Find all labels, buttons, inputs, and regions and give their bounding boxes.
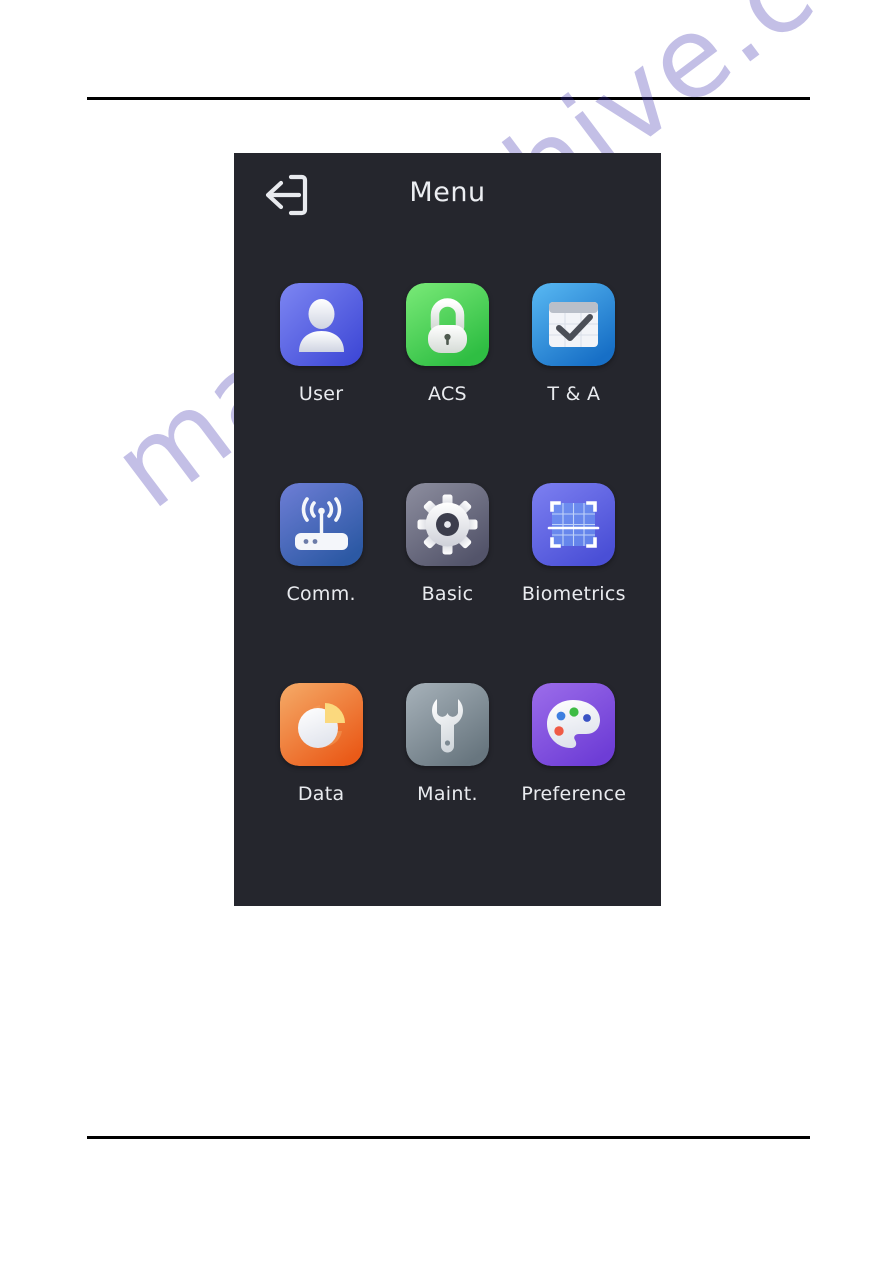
menu-item-preference[interactable]: Preference (511, 683, 637, 883)
page-rule-top (87, 97, 810, 100)
user-person-icon (279, 283, 363, 366)
screen-header: Menu (234, 153, 661, 245)
menu-item-data[interactable]: Data (258, 683, 384, 883)
menu-item-label: Preference (521, 783, 627, 805)
menu-item-label: Maint. (417, 783, 478, 805)
device-screen: Menu User ACS T & A Comm. Basic Biometri… (234, 153, 661, 906)
menu-item-label: Data (297, 783, 345, 805)
menu-item-label: Comm. (286, 583, 356, 605)
menu-item-label: ACS (428, 383, 467, 405)
menu-item-user[interactable]: User (258, 283, 384, 483)
padlock-icon (405, 283, 489, 366)
menu-item-label: T & A (547, 383, 601, 405)
menu-item-label: Biometrics (521, 583, 626, 605)
menu-item-label: Basic (421, 583, 474, 605)
menu-item-acs[interactable]: ACS (384, 283, 510, 483)
menu-item-maint[interactable]: Maint. (384, 683, 510, 883)
menu-item-basic[interactable]: Basic (384, 483, 510, 683)
paint-palette-icon (532, 683, 616, 766)
menu-grid: User ACS T & A Comm. Basic Biometrics Da… (234, 283, 661, 883)
menu-item-ta[interactable]: T & A (511, 283, 637, 483)
pie-chart-icon (279, 683, 363, 766)
page-rule-bottom (87, 1136, 810, 1139)
menu-item-biometrics[interactable]: Biometrics (511, 483, 637, 683)
gear-icon (405, 483, 489, 566)
router-wifi-icon (279, 483, 363, 566)
wrench-icon (405, 683, 489, 766)
page-title: Menu (409, 177, 486, 208)
calendar-check-icon (532, 283, 616, 366)
menu-item-comm[interactable]: Comm. (258, 483, 384, 683)
menu-item-label: User (298, 383, 344, 405)
biometric-scan-grid-icon (532, 483, 616, 566)
